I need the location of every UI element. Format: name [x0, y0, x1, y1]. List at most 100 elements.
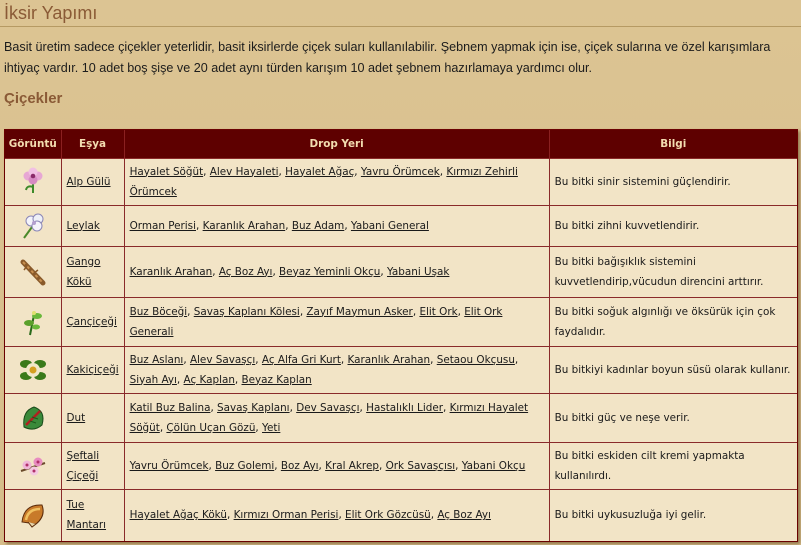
drop-location-link[interactable]: Aç Boz Ayı [219, 266, 273, 278]
drop-separator: , [514, 353, 519, 366]
item-link[interactable]: Şeftali Çiçeği [67, 450, 100, 482]
item-link[interactable]: Leylak [67, 220, 100, 232]
drop-separator: , [344, 219, 351, 232]
drop-location-link[interactable]: Kırmızı Orman Perisi [234, 509, 339, 521]
drop-location-cell: Katil Buz Balina, Savaş Kaplanı, Dev Sav… [124, 392, 550, 442]
table-row: Leylak Orman Perisi, Karanlık Arahan, Buz… [5, 204, 797, 246]
table-header-row: Görüntü Eşya Drop Yeri Bilgi [5, 130, 797, 158]
drop-location-link[interactable]: Hayalet Ağaç Kökü [130, 509, 227, 521]
kakicicegi-flower-icon [18, 355, 48, 385]
drop-location-link[interactable]: Karanlık Arahan [130, 266, 213, 278]
drop-separator: , [378, 459, 386, 472]
info-cell: Bu bitki sinir sistemini güçlendirir. [549, 157, 797, 205]
drop-location-link[interactable]: Beyaz Yeminli Okçu [279, 266, 380, 278]
drop-location-link[interactable]: Elit Ork [419, 306, 457, 318]
drop-location-link[interactable]: Kral Akrep [325, 460, 379, 472]
drop-location-link[interactable]: Setaou Okçusu [437, 354, 515, 366]
seftali-cicegi-flower-icon [18, 451, 48, 481]
drop-separator: , [380, 265, 387, 278]
item-name-cell: Dut [61, 392, 125, 442]
table-row: Tue Mantarı Hayalet Ağaç Kökü, Kırmızı Or… [5, 488, 797, 541]
drop-location-link[interactable]: Beyaz Kaplan [242, 374, 312, 386]
item-link[interactable]: Dut [67, 412, 86, 424]
item-link[interactable]: Gango Kökü [67, 256, 101, 288]
item-name-cell: Tue Mantarı [61, 488, 125, 541]
drop-location-link[interactable]: Hastalıklı Lider [366, 402, 443, 414]
item-name-cell: Alp Gülü [61, 157, 125, 205]
drop-location-link[interactable]: Karanlık Arahan [203, 220, 286, 232]
alp-gulu-flower-icon [18, 167, 48, 197]
drop-location-link[interactable]: Alev Hayaleti [210, 166, 279, 178]
item-image-cell [5, 157, 62, 205]
drop-location-link[interactable]: Orman Perisi [130, 220, 196, 232]
item-image-cell [5, 345, 62, 393]
drop-location-link[interactable]: Alev Savaşçı [190, 354, 255, 366]
drop-location-link[interactable]: Aç Kaplan [184, 374, 235, 386]
item-link[interactable]: Alp Gülü [67, 176, 111, 188]
drop-location-link[interactable]: Buz Golemi [215, 460, 274, 472]
drop-location-link[interactable]: Zayıf Maymun Asker [306, 306, 412, 318]
item-name-cell: Gango Kökü [61, 245, 125, 297]
drop-location-link[interactable]: Aç Boz Ayı [437, 509, 491, 521]
drop-location-link[interactable]: Yavru Örümcek [361, 166, 440, 178]
item-image-cell [5, 296, 62, 346]
table-row: Dut Katil Buz Balina, Savaş Kaplanı, Dev … [5, 392, 797, 442]
page-title: İksir Yapımı [4, 3, 98, 23]
drop-location-link[interactable]: Elit Ork Gözcüsü [345, 509, 431, 521]
drop-separator: , [442, 401, 450, 414]
drop-separator: , [285, 219, 292, 232]
table-row: Çançiçeği Buz Böceği, Savaş Kaplanı Köles… [5, 296, 797, 346]
drop-location-link[interactable]: Karanlık Arahan [348, 354, 431, 366]
drop-location-link[interactable]: Katil Buz Balina [130, 402, 211, 414]
drop-location-link[interactable]: Boz Ayı [281, 460, 319, 472]
drop-location-link[interactable]: Yabani General [351, 220, 429, 232]
flowers-table: Görüntü Eşya Drop Yeri Bilgi Alp Gülü Hay… [5, 130, 797, 541]
drop-location-link[interactable]: Yabani Uşak [387, 266, 449, 278]
drop-location-link[interactable]: Savaş Kaplanı [217, 402, 290, 414]
leylak-flower-icon [18, 211, 48, 241]
header-drop: Drop Yeri [124, 130, 550, 158]
item-link[interactable]: Çançiçeği [67, 316, 117, 328]
intro-paragraph: Basit üretim sadece çiçekler yeterlidir,… [4, 40, 771, 75]
drop-location-link[interactable]: Çölün Uçan Gözü [166, 422, 255, 434]
drop-separator: , [340, 353, 348, 366]
drop-location-link[interactable]: Hayalet Söğüt [130, 166, 204, 178]
item-link[interactable]: Tue Mantarı [67, 499, 107, 531]
info-cell: Bu bitki bağışıklık sistemini kuvvetlend… [549, 245, 797, 297]
drop-location-link[interactable]: Yavru Örümcek [130, 460, 209, 472]
drop-location-cell: Buz Aslanı, Alev Savaşçı, Aç Alfa Gri Ku… [124, 345, 550, 393]
drop-location-link[interactable]: Buz Aslanı [130, 354, 184, 366]
item-link[interactable]: Kakiçiçeği [67, 364, 119, 376]
info-cell: Bu bitki zihni kuvvetlendirir. [549, 204, 797, 246]
drop-location-link[interactable]: Dev Savaşçı [296, 402, 359, 414]
cancicegi-flower-icon [18, 307, 48, 337]
drop-location-cell: Karanlık Arahan, Aç Boz Ayı, Beyaz Yemin… [124, 245, 550, 297]
drop-location-link[interactable]: Aç Alfa Gri Kurt [262, 354, 341, 366]
header-info: Bilgi [549, 130, 797, 158]
dut-leaf-icon [18, 403, 48, 433]
drop-location-link[interactable]: Buz Böceği [130, 306, 188, 318]
drop-separator: , [187, 305, 194, 318]
item-image-cell [5, 488, 62, 541]
drop-separator: , [203, 165, 210, 178]
drop-location-link[interactable]: Yabani Okçu [462, 460, 526, 472]
drop-location-cell: Buz Böceği, Savaş Kaplanı Kölesi, Zayıf … [124, 296, 550, 346]
item-name-cell: Çançiçeği [61, 296, 125, 346]
item-name-cell: Kakiçiçeği [61, 345, 125, 393]
drop-separator: , [455, 459, 462, 472]
drop-location-cell: Hayalet Ağaç Kökü, Kırmızı Orman Perisi,… [124, 488, 550, 541]
info-cell: Bu bitki güç ve neşe verir. [549, 392, 797, 442]
drop-location-cell: Orman Perisi, Karanlık Arahan, Buz Adam,… [124, 204, 550, 246]
drop-location-link[interactable]: Buz Adam [292, 220, 344, 232]
info-cell: Bu bitki eskiden cilt kremi yapmakta kul… [549, 441, 797, 489]
table-row: Kakiçiçeği Buz Aslanı, Alev Savaşçı, Aç A… [5, 345, 797, 393]
drop-location-link[interactable]: Ork Savaşçısı [386, 460, 456, 472]
drop-separator: , [176, 373, 184, 386]
drop-separator: , [183, 353, 190, 366]
drop-location-link[interactable]: Hayalet Ağaç [285, 166, 354, 178]
drop-location-cell: Hayalet Söğüt, Alev Hayaleti, Hayalet Ağ… [124, 157, 550, 205]
drop-location-link[interactable]: Siyah Ayı [130, 374, 177, 386]
drop-location-link[interactable]: Savaş Kaplanı Kölesi [194, 306, 300, 318]
drop-location-link[interactable]: Yeti [262, 422, 280, 434]
drop-separator: , [430, 353, 437, 366]
